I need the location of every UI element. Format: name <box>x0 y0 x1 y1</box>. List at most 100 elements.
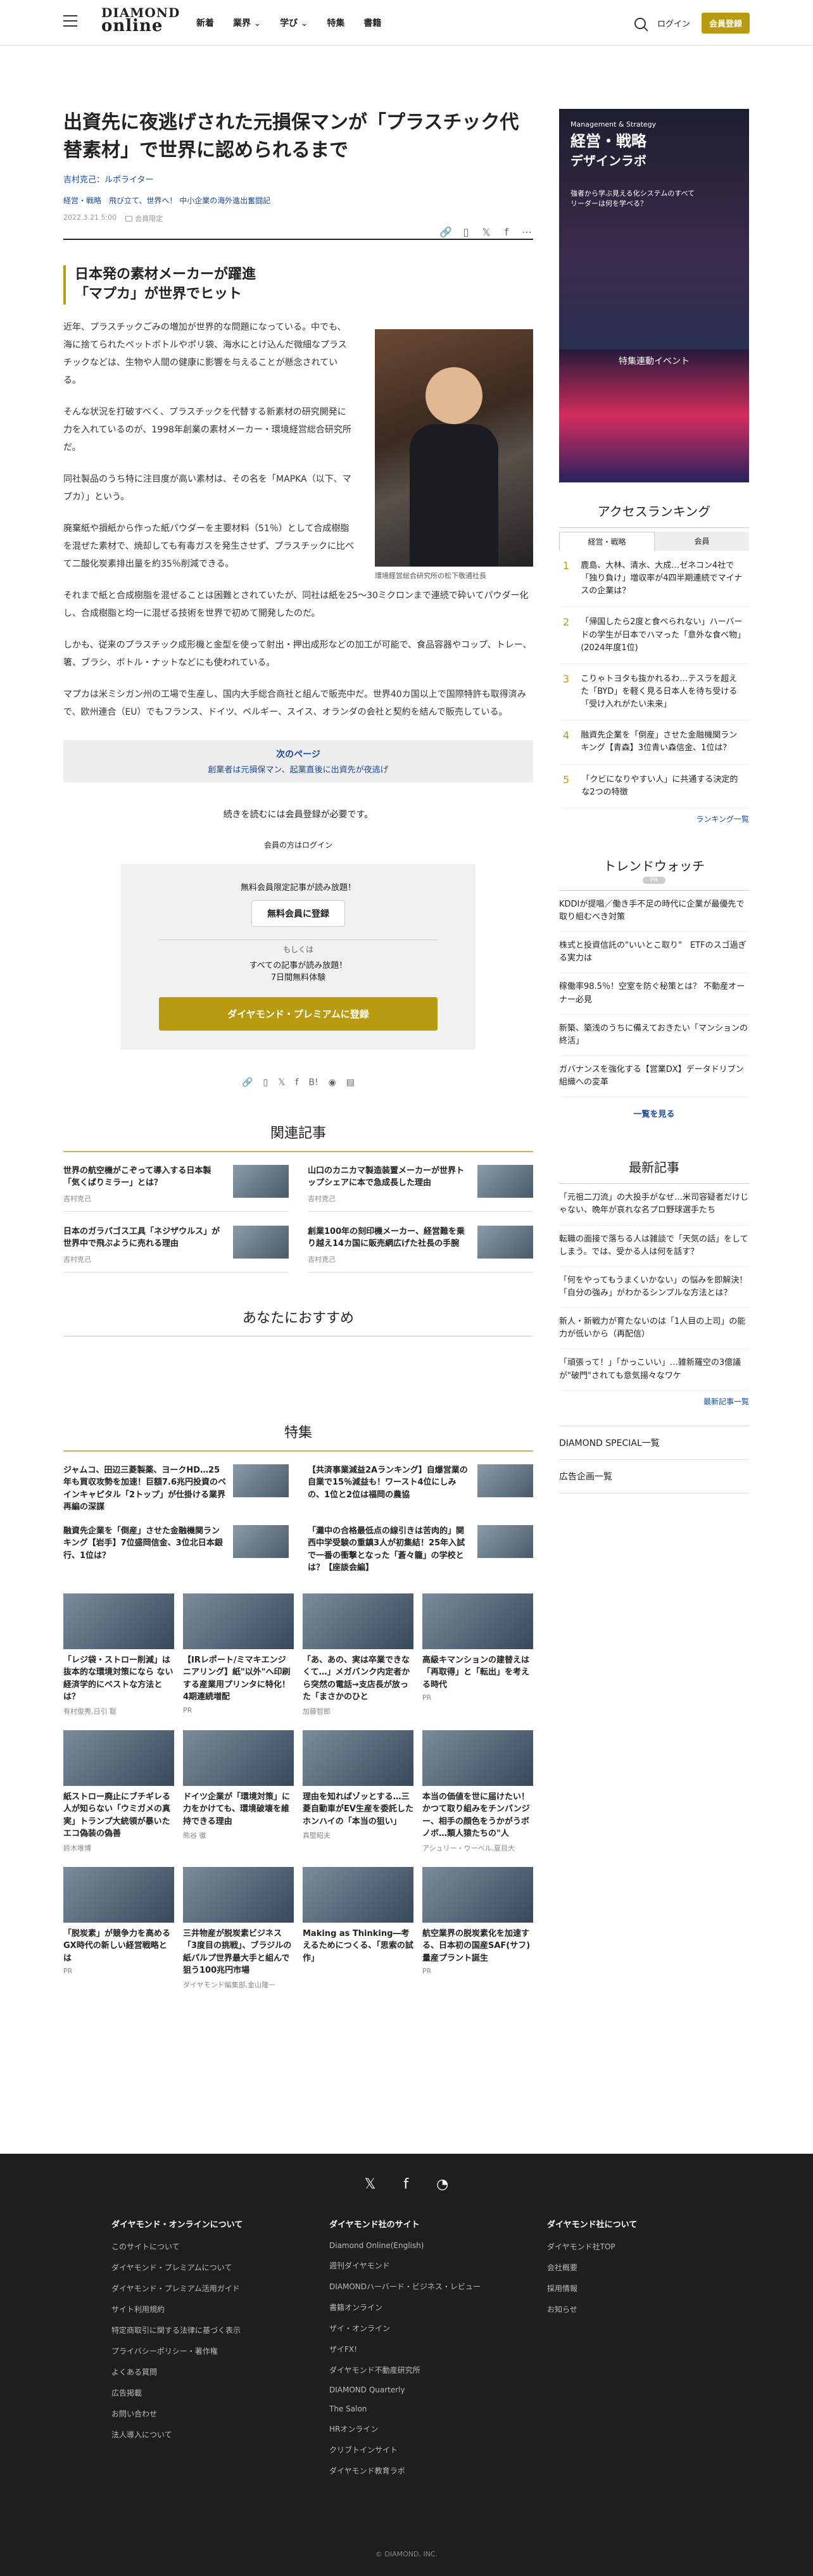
article-author[interactable]: 吉村克己：ルポライター <box>63 173 533 185</box>
latest-item[interactable]: 転職の面接で落ちる人は雑談で「天気の話」をしてしまう。では、受かる人は何を話す？ <box>559 1226 749 1267</box>
related-item[interactable]: 日本のガラパゴス工具「ネジザウルス」が世界中で飛ぶように売れる理由 吉村克己 <box>63 1225 289 1272</box>
feature-item[interactable]: 【共済事業減益2Aランキング】自爆営業の自業で15％減益も！ワースト4位にしみの… <box>308 1464 533 1514</box>
nav-learn[interactable]: 学び <box>280 16 308 29</box>
related-item[interactable]: 山口のカニカマ製造装置メーカーが世界トップシェアに本で急成長した理由 吉村克己 <box>308 1164 533 1212</box>
latest-item[interactable]: 「何をやってもうまくいかない」の悩みを即解決！「自分の強み」がわかるシンプルな方… <box>559 1267 749 1309</box>
trend-item[interactable]: 稼働率98.5％！空室を防ぐ秘策とは？ 不動産オーナー必見 <box>559 973 749 1015</box>
footer-link[interactable]: ザイFX! <box>329 2344 507 2354</box>
tab-member[interactable]: 会員 <box>655 532 749 551</box>
feature-item[interactable]: ジャムコ、田辺三菱製薬、ヨークHD…25年も買収攻勢を加速！巨額7.6兆円投資の… <box>63 1464 289 1514</box>
footer-link[interactable]: ダイヤモンド不動産研究所 <box>329 2365 507 2375</box>
site-logo[interactable]: DIAMOND online <box>101 6 179 34</box>
article-card[interactable]: 本当の価値を世に届けたい！かつて取り組みをチンパンジー、相手の顔色をうかがうボノ… <box>422 1730 533 1853</box>
footer-link[interactable]: お問い合わせ <box>111 2408 289 2419</box>
footer-link[interactable]: 広告掲載 <box>111 2387 289 2398</box>
facebook-icon[interactable]: f <box>500 226 513 238</box>
ranking-item[interactable]: 4 融資先企業を「倒産」させた金融機関ランキング【青森】3位青い森信金、1位は？ <box>559 720 749 765</box>
footer-link[interactable]: ダイヤモンド教育ラボ <box>329 2465 507 2476</box>
line-icon[interactable]: ◉ <box>329 1078 336 1088</box>
article-card[interactable]: 高級キマンションの建替えは「再取得」と「転出」を考える時代 PR <box>422 1593 533 1716</box>
article-card[interactable]: 「あ、あの、実は卒業できなくて…」メガバンク内定者から突然の電話→支店長が放った… <box>303 1593 413 1716</box>
login-link[interactable]: ログイン <box>657 17 690 29</box>
premium-register-button[interactable]: ダイヤモンド・プレミアムに登録 <box>159 996 438 1031</box>
trend-item[interactable]: ガバナンスを強化する【営業DX】データドリブン組織への変革 <box>559 1056 749 1098</box>
x-icon[interactable]: 𝕏 <box>480 226 493 238</box>
next-page-box[interactable]: 次のページ 創業者は元損保マン、起業直後に出資先が夜逃げ <box>63 739 533 782</box>
ranking-item[interactable]: 5 「クビになりやすい人」に共通する決定的な2つの特徴 <box>559 765 749 808</box>
footer-link[interactable]: ザイ・オンライン <box>329 2323 507 2334</box>
ranking-item[interactable]: 1 鹿島、大林、清水、大成…ゼネコン4社で「独り負け」増収率が4四半期連続でマイナ… <box>559 551 749 608</box>
latest-item[interactable]: 「頑張って！」「かっこいい」…雑新羅空の3億議が"破門"されても意気揚々なワケ <box>559 1349 749 1391</box>
latest-item[interactable]: 「元祖二刀流」の大投手がなぜ…米司容疑者だけじゃない、晩年が哀れな名プロ野球選手… <box>559 1184 749 1226</box>
nav-feature[interactable]: 特集 <box>327 16 344 29</box>
free-register-button[interactable]: 無料会員に登録 <box>251 900 345 927</box>
feature-item[interactable]: 「灘中の合格最低点の線引きは苦肉的」関西中学受験の重鎮3人が初集結！25年入試で… <box>308 1524 533 1574</box>
footer-link[interactable]: お知らせ <box>547 2304 724 2315</box>
footer-link[interactable]: 書籍オンライン <box>329 2302 507 2313</box>
ad-plan-link[interactable]: 広告企画一覧 <box>559 1460 749 1493</box>
ranking-item[interactable]: 3 こりゃトヨタも抜かれるわ…テスラを超えた「BYD」を軽く見る日本人を待ち受ける… <box>559 664 749 721</box>
footer-link[interactable]: ダイヤモンド・プレミアムについて <box>111 2262 289 2273</box>
footer-link[interactable]: サイト利用規約 <box>111 2304 289 2315</box>
link-icon[interactable]: 🔗 <box>242 1078 253 1088</box>
article-card[interactable]: 理由を知ればゾッとする…三菱自動車がEV生産を委託したホンハイの「本当の狙い」真… <box>303 1730 413 1853</box>
rss-icon[interactable]: ◔ <box>436 2177 448 2192</box>
article-card[interactable]: 紙ストロー廃止にブチギレる人が知らない「ウミガメの真実」トランプ大統領が暴いたエ… <box>63 1730 174 1853</box>
footer-link[interactable]: 採用情報 <box>547 2283 724 2294</box>
footer-link[interactable]: ダイヤモンド・プレミアム活用ガイド <box>111 2283 289 2294</box>
latest-more-link[interactable]: 最新記事一覧 <box>559 1396 749 1407</box>
article-card[interactable]: 航空業界の脱炭素化を加速する、日本初の国産SAF(サフ)量産プラント誕生 PR <box>422 1866 533 1990</box>
footer-link[interactable]: このサイトについて <box>111 2241 289 2252</box>
bookmark-icon[interactable]: ▯ <box>263 1078 268 1088</box>
article-card[interactable]: 「レジ袋・ストロー削減」は抜本的な環境対策になら ない経済学的にベストな方法とは… <box>63 1593 174 1716</box>
search-icon[interactable] <box>634 17 646 29</box>
ad-banner[interactable]: Management & Strategy 経営・戦略 デザインラボ 強者から学… <box>559 109 749 349</box>
related-item[interactable]: 創業100年の刻印機メーカー、経営難を乗り越え14カ国に販売網広げた社長の手腕吉… <box>308 1225 533 1272</box>
related-item[interactable]: 世界の航空機がこぞって導入する日本製「気くばりミラー」とは？ 吉村克己 <box>63 1164 289 1212</box>
footer-link[interactable]: 特定商取引に関する法律に基づく表示 <box>111 2325 289 2335</box>
article-card[interactable]: ドイツ企業が「環境対策」に力をかけても、環境破壊を維持できる理由 熊谷 徹 <box>183 1730 294 1853</box>
article-card[interactable]: 三井物産が脱炭素ビジネス「3度目の挑戦」、ブラジルの紙パルプ世界最大手と組んで狙… <box>183 1866 294 1990</box>
member-login-link[interactable]: 会員の方はログイン <box>63 839 533 850</box>
article-card[interactable]: 「脱炭素」が競争力を高めるGX時代の新しい経営戦略とは PR <box>63 1866 174 1990</box>
article-card[interactable]: 【IRレポート/ミマキエンジニアリング】紙"以外"へ印刷する産業用プリンタに特化… <box>183 1593 294 1716</box>
more-icon[interactable]: ⋯ <box>520 226 533 238</box>
footer-link[interactable]: 法人導入について <box>111 2429 289 2440</box>
hatena-icon[interactable]: B! <box>308 1078 318 1088</box>
x-icon[interactable]: 𝕏 <box>278 1078 285 1088</box>
footer-link[interactable]: 週刊ダイヤモンド <box>329 2260 507 2271</box>
nav-new[interactable]: 新着 <box>196 16 214 29</box>
footer-link[interactable]: HRオンライン <box>329 2423 507 2434</box>
special-link[interactable]: DIAMOND SPECIAL一覧 <box>559 1426 749 1460</box>
x-icon[interactable]: 𝕏 <box>365 2177 376 2192</box>
feature-item[interactable]: 融資先企業を「倒産」させた金融機関ランキング【岩手】7位盛岡信金、3位北日本銀行… <box>63 1524 289 1574</box>
trend-more-link[interactable]: 一覧を見る <box>559 1107 749 1119</box>
footer-link[interactable]: DIAMONDハーバード・ビジネス・レビュー <box>329 2281 507 2292</box>
print-icon[interactable]: ▤ <box>346 1078 355 1088</box>
ranking-more-link[interactable]: ランキング一覧 <box>559 814 749 824</box>
footer-link[interactable]: DIAMOND Quarterly <box>329 2385 507 2394</box>
footer-link[interactable]: プライバシーポリシー・著作権 <box>111 2346 289 2356</box>
trend-item[interactable]: 株式と投資信託の"いいとこ取り" ETFのスゴ過ぎる実力は <box>559 932 749 974</box>
nav-industry[interactable]: 業界 <box>233 16 261 29</box>
trend-item[interactable]: KDDIが提唱／働き手不足の時代に企業が最優先で取り組むべき対策 <box>559 891 749 933</box>
bookmark-icon[interactable]: ▯ <box>460 226 472 238</box>
footer-link[interactable]: クリブトインサイト <box>329 2444 507 2455</box>
article-card[interactable]: Making as Thinking―考えるためにつくる、「思索の試作」 <box>303 1866 413 1990</box>
ranking-item[interactable]: 2 「帰国したら2度と食べられない」ハーバードの学生が日本でハマった「意外な食べ物… <box>559 607 749 664</box>
footer-link[interactable]: The Salon <box>329 2404 507 2413</box>
facebook-icon[interactable]: f <box>295 1078 298 1088</box>
register-button[interactable]: 会員登録 <box>701 13 750 34</box>
latest-item[interactable]: 新人・新戦力が育たないのは「1人目の上司」の能力が低いから（再配信） <box>559 1308 749 1350</box>
article-categories[interactable]: 経営・戦略 飛び立て、世界へ！ 中小企業の海外進出奮闘記 <box>63 195 533 206</box>
facebook-icon[interactable]: f <box>403 2177 408 2192</box>
menu-icon[interactable] <box>63 15 77 27</box>
footer-link[interactable]: よくある質問 <box>111 2366 289 2377</box>
footer-link[interactable]: ダイヤモンド社TOP <box>547 2241 724 2252</box>
footer-link[interactable]: 会社概要 <box>547 2262 724 2273</box>
trend-item[interactable]: 新築、築浅のうちに備えておきたい「マンションの終活」 <box>559 1015 749 1056</box>
event-banner[interactable]: 特集連動イベント <box>559 349 749 482</box>
footer-link[interactable]: Diamond Online(English) <box>329 2241 507 2250</box>
link-icon[interactable]: 🔗 <box>439 226 452 238</box>
nav-books[interactable]: 書籍 <box>363 16 381 29</box>
